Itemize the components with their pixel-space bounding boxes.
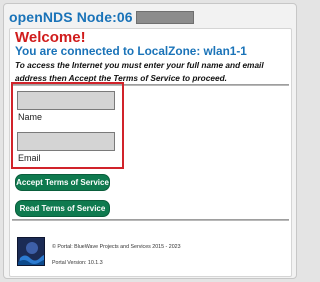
content-card: Welcome! You are connected to LocalZone:… bbox=[9, 28, 292, 277]
read-terms-button[interactable]: Read Terms of Service bbox=[15, 200, 110, 217]
portal-page: openNDS Node:06 Welcome! You are connect… bbox=[3, 3, 297, 279]
email-input[interactable] bbox=[17, 132, 115, 151]
login-form-highlight: Name Email bbox=[11, 82, 124, 169]
bluewave-logo bbox=[17, 237, 45, 266]
accept-terms-button[interactable]: Accept Terms of Service bbox=[15, 174, 110, 191]
redacted-node-id bbox=[135, 10, 194, 24]
divider-bottom bbox=[12, 219, 289, 221]
node-title: openNDS Node:06 bbox=[9, 9, 133, 25]
footer-version: Portal Version: 10.1.3 bbox=[52, 260, 103, 266]
page-header: openNDS Node:06 bbox=[4, 4, 296, 27]
bluewave-logo-icon bbox=[18, 238, 44, 265]
connection-status: You are connected to LocalZone: wlan1-1 bbox=[15, 44, 247, 58]
footer-copyright: © Portal: BlueWave Projects and Services… bbox=[52, 244, 181, 250]
name-input[interactable] bbox=[17, 91, 115, 110]
email-label: Email bbox=[18, 153, 41, 163]
instructions-text: To access the Internet you must enter yo… bbox=[15, 60, 264, 83]
name-label: Name bbox=[18, 112, 43, 122]
